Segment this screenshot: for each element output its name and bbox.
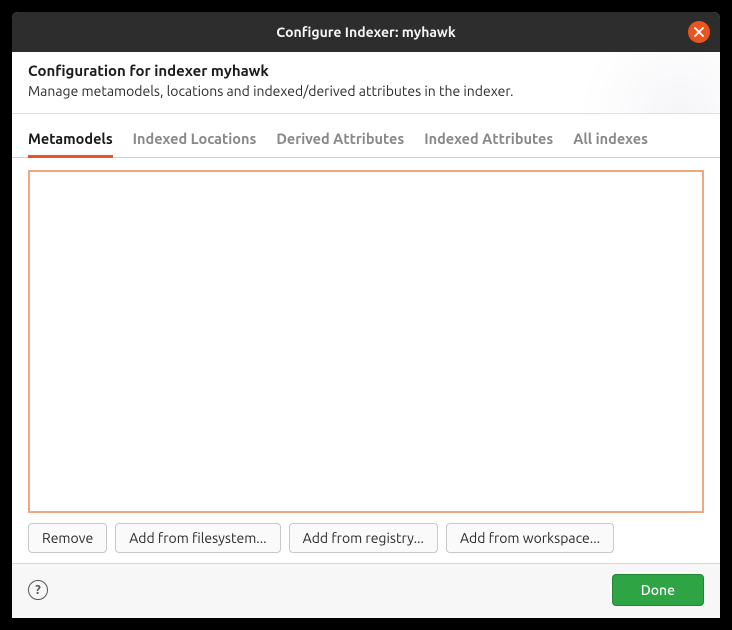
- done-button[interactable]: Done: [612, 574, 704, 606]
- titlebar: Configure Indexer: myhawk: [12, 12, 720, 52]
- dialog: Configure Indexer: myhawk Configuration …: [12, 12, 720, 618]
- tab-all-indexes[interactable]: All indexes: [573, 120, 648, 158]
- tab-indexed-locations[interactable]: Indexed Locations: [133, 120, 257, 158]
- window-title: Configure Indexer: myhawk: [276, 24, 455, 40]
- add-from-registry-button[interactable]: Add from registry...: [289, 523, 438, 553]
- button-row: Remove Add from filesystem... Add from r…: [28, 523, 704, 553]
- tab-indexed-attributes[interactable]: Indexed Attributes: [424, 120, 553, 158]
- close-icon: [694, 27, 704, 37]
- tab-derived-attributes[interactable]: Derived Attributes: [276, 120, 404, 158]
- window-frame: Configure Indexer: myhawk Configuration …: [0, 0, 732, 630]
- help-icon[interactable]: ?: [28, 580, 48, 600]
- add-from-workspace-button[interactable]: Add from workspace...: [446, 523, 614, 553]
- page-title: Configuration for indexer myhawk: [28, 62, 704, 79]
- tab-bar: Metamodels Indexed Locations Derived Att…: [12, 120, 720, 158]
- footer: ? Done: [12, 563, 720, 618]
- remove-button[interactable]: Remove: [28, 523, 107, 553]
- header-section: Configuration for indexer myhawk Manage …: [12, 52, 720, 114]
- metamodels-listbox[interactable]: [28, 170, 704, 513]
- content-area: Remove Add from filesystem... Add from r…: [12, 158, 720, 563]
- page-description: Manage metamodels, locations and indexed…: [28, 83, 704, 99]
- close-button[interactable]: [688, 21, 710, 43]
- tab-metamodels[interactable]: Metamodels: [28, 120, 113, 158]
- add-from-filesystem-button[interactable]: Add from filesystem...: [115, 523, 280, 553]
